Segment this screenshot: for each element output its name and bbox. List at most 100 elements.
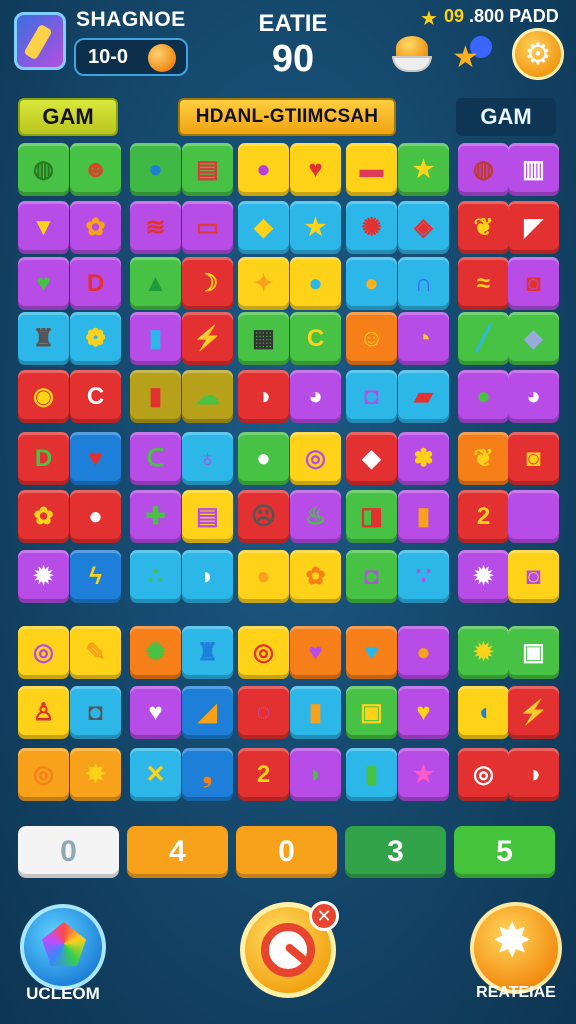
game-tile[interactable]: ● (238, 143, 289, 196)
game-tile[interactable]: ◕ (290, 370, 341, 423)
game-tile[interactable]: ● (398, 626, 449, 679)
game-tile[interactable]: ✺ (346, 201, 397, 254)
game-tile[interactable]: ♜ (182, 626, 233, 679)
game-tile[interactable]: ✎ (70, 626, 121, 679)
game-tile[interactable]: ✸ (70, 748, 121, 801)
game-tile[interactable]: ♨ (290, 490, 341, 543)
score-tile[interactable]: 3 (345, 826, 446, 878)
game-tile[interactable]: ▬ (346, 143, 397, 196)
game-tile[interactable]: ◆ (346, 432, 397, 485)
game-tile[interactable]: ╱ (458, 312, 509, 365)
game-tile[interactable]: ◕ (508, 370, 559, 423)
stars-icon[interactable]: ★ (452, 36, 494, 76)
game-tile[interactable]: ◎ (18, 748, 69, 801)
game-tile[interactable]: ≈ (458, 257, 509, 310)
game-tile[interactable]: ◙ (508, 550, 559, 603)
game-tile[interactable]: ◉ (18, 370, 69, 423)
game-tile[interactable]: 2 (458, 490, 509, 543)
game-tile[interactable]: ✹ (458, 550, 509, 603)
score-tile[interactable]: 4 (127, 826, 228, 878)
game-tile[interactable]: ▮ (130, 312, 181, 365)
game-tile[interactable]: ✦ (238, 257, 289, 310)
game-tile[interactable]: ▭ (182, 201, 233, 254)
game-tile[interactable]: ◘ (346, 370, 397, 423)
game-tile[interactable]: ◎ (238, 626, 289, 679)
game-tile[interactable]: ☻ (70, 143, 121, 196)
game-tile[interactable]: ∴ (130, 550, 181, 603)
game-tile[interactable]: ▲ (130, 257, 181, 310)
game-tile[interactable]: C (70, 370, 121, 423)
game-tile[interactable]: ▮ (290, 686, 341, 739)
game-tile[interactable]: ◢ (182, 686, 233, 739)
game-tile[interactable]: ☽ (182, 257, 233, 310)
game-tile[interactable]: ◆ (508, 312, 559, 365)
game-tile[interactable]: ▮ (346, 748, 397, 801)
game-tile[interactable]: ● (458, 370, 509, 423)
game-tile[interactable]: ▤ (182, 143, 233, 196)
game-tile[interactable]: ◈ (398, 201, 449, 254)
game-tile[interactable]: ● (346, 257, 397, 310)
game-tile[interactable]: ❦ (458, 432, 509, 485)
game-tile[interactable]: ▥ (508, 143, 559, 196)
game-tile[interactable]: D (70, 257, 121, 310)
game-tile[interactable]: ★ (398, 748, 449, 801)
game-tile[interactable]: ◍ (458, 143, 509, 196)
game-tile[interactable]: ◗ (290, 748, 341, 801)
score-tile[interactable]: 0 (18, 826, 119, 878)
game-tile[interactable]: ◎ (290, 432, 341, 485)
game-tile[interactable]: ☁ (182, 370, 233, 423)
game-tile[interactable]: ◘ (346, 550, 397, 603)
game-tile[interactable]: ✹ (18, 550, 69, 603)
game-tile[interactable]: ◍ (18, 143, 69, 196)
game-tile[interactable]: ♥ (346, 626, 397, 679)
game-tile[interactable]: ◑ (508, 748, 559, 801)
game-tile[interactable]: ● (508, 490, 559, 543)
game-tile[interactable]: ★ (398, 143, 449, 196)
magnify-play-button[interactable]: ✕ (240, 901, 339, 998)
game-tile[interactable]: ✽ (398, 432, 449, 485)
game-tile[interactable]: 2 (238, 748, 289, 801)
game-tile[interactable]: ◌ (238, 686, 289, 739)
settings-gear-button[interactable]: ⚙ (512, 28, 564, 80)
game-tile[interactable]: ϟ (70, 550, 121, 603)
game-tile[interactable]: ◖ (458, 686, 509, 739)
game-tile[interactable]: ♙ (18, 686, 69, 739)
game-tile[interactable]: D (18, 432, 69, 485)
game-tile[interactable]: ● (70, 490, 121, 543)
game-tile[interactable]: ◤ (508, 201, 559, 254)
game-tile[interactable]: ✕ (130, 748, 181, 801)
game-tile[interactable]: ★ (290, 201, 341, 254)
game-tile[interactable]: ● (130, 143, 181, 196)
app-icon[interactable] (14, 12, 66, 70)
game-tile[interactable]: ♜ (18, 312, 69, 365)
game-tile[interactable]: ◆ (238, 201, 289, 254)
game-tile[interactable]: ◎ (458, 748, 509, 801)
game-tile[interactable]: ◑ (238, 370, 289, 423)
game-tile[interactable]: ✿ (290, 550, 341, 603)
game-tile[interactable]: ✿ (70, 201, 121, 254)
game-tile[interactable]: ♥ (290, 626, 341, 679)
game-tile[interactable]: ● (238, 550, 289, 603)
game-tile[interactable]: ▣ (508, 626, 559, 679)
game-tile[interactable]: ⚡ (182, 312, 233, 365)
game-tile[interactable]: ☹ (238, 490, 289, 543)
game-tile[interactable]: ▦ (238, 312, 289, 365)
game-tile[interactable]: ✹ (458, 626, 509, 679)
collection-button[interactable] (20, 904, 106, 990)
game-tile[interactable]: ◎ (18, 626, 69, 679)
game-tile[interactable]: ▣ (346, 686, 397, 739)
game-tile[interactable]: ◔ (398, 312, 449, 365)
score-tile[interactable]: 0 (236, 826, 337, 878)
game-tile[interactable]: ◘ (70, 686, 121, 739)
close-badge-icon[interactable]: ✕ (309, 901, 339, 931)
game-tile[interactable]: ◙ (508, 257, 559, 310)
game-tile[interactable]: ❦ (458, 201, 509, 254)
game-tile[interactable]: ✿ (18, 490, 69, 543)
game-tile[interactable]: ❟ (182, 748, 233, 801)
treasure-bowl-icon[interactable] (390, 34, 434, 74)
game-tile[interactable]: ▼ (18, 201, 69, 254)
game-tile[interactable]: ✚ (130, 490, 181, 543)
game-tile[interactable]: ◨ (346, 490, 397, 543)
game-tile[interactable]: ▤ (182, 490, 233, 543)
game-tile[interactable]: ♥ (398, 686, 449, 739)
